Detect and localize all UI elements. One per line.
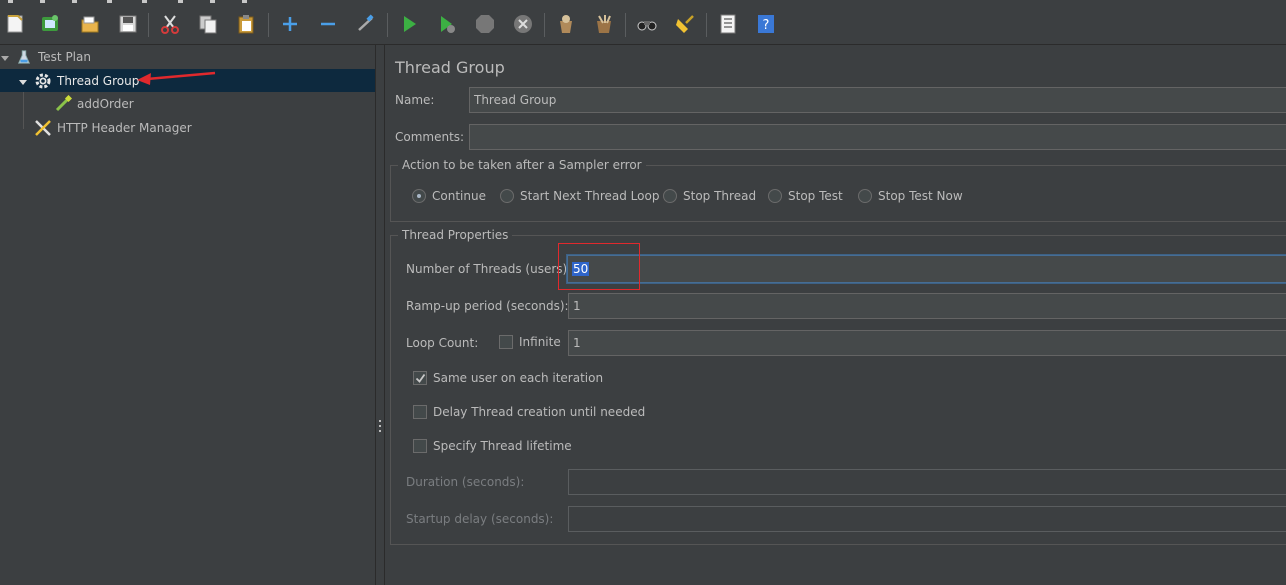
loop-count-field[interactable]: 1 <box>568 330 1286 356</box>
infinite-checkbox[interactable]: Infinite <box>499 335 561 349</box>
duration-label: Duration (seconds): <box>406 475 525 489</box>
highlight-box <box>558 243 640 290</box>
tree-item-test-plan[interactable]: Test Plan <box>0 45 375 68</box>
checkbox-box[interactable] <box>413 439 427 453</box>
same-user-checkbox[interactable]: Same user on each iteration <box>413 371 603 385</box>
svg-text:?: ? <box>763 18 770 33</box>
start-icon[interactable] <box>396 11 422 37</box>
tree-item-label: HTTP Header Manager <box>57 120 192 135</box>
name-field[interactable]: Thread Group <box>469 87 1286 113</box>
templates-icon[interactable] <box>37 11 63 37</box>
stop-icon[interactable] <box>472 11 498 37</box>
name-label: Name: <box>395 93 435 107</box>
checkbox-checked-icon[interactable] <box>413 371 427 385</box>
thread-group-panel: Thread Group Name: Thread Group Comments… <box>385 45 1286 585</box>
reset-search-icon[interactable] <box>672 11 698 37</box>
rampup-label: Ramp-up period (seconds): <box>406 299 569 313</box>
radio-label: Stop Test Now <box>878 189 963 203</box>
comments-label: Comments: <box>395 130 465 144</box>
infinite-label: Infinite <box>519 335 561 349</box>
splitter-grip-icon[interactable] <box>379 420 381 432</box>
same-user-label: Same user on each iteration <box>433 371 604 385</box>
new-icon[interactable] <box>2 11 28 37</box>
toolbar: ? <box>0 5 1286 45</box>
duration-field <box>568 469 1286 495</box>
radio-stop-test-now[interactable]: Stop Test Now <box>858 189 963 203</box>
tree-item-http-header-manager[interactable]: HTTP Header Manager <box>0 116 375 139</box>
search-icon[interactable] <box>634 11 660 37</box>
tree-item-add-order[interactable]: addOrder <box>0 92 375 115</box>
flask-icon <box>15 48 33 66</box>
checkbox-box[interactable] <box>499 335 513 349</box>
radio-label: Stop Thread <box>683 189 757 203</box>
shutdown-icon[interactable] <box>510 11 536 37</box>
tree-item-label: addOrder <box>77 96 134 111</box>
tools-icon <box>34 119 52 137</box>
expand-arrow-icon[interactable] <box>18 76 28 86</box>
startup-delay-field <box>568 506 1286 532</box>
radio-start-next-thread-loop[interactable]: Start Next Thread Loop <box>500 189 659 203</box>
gear-icon <box>34 72 52 90</box>
test-plan-tree: Test Plan Thread Group addOrder HTTP Hea… <box>0 45 375 585</box>
toolbar-separator <box>148 13 149 37</box>
delay-thread-checkbox[interactable]: Delay Thread creation until needed <box>413 405 645 419</box>
radio-label: Continue <box>432 189 486 203</box>
radio-stop-test[interactable]: Stop Test <box>768 189 843 203</box>
save-icon[interactable] <box>115 11 141 37</box>
expand-arrow-icon[interactable] <box>0 52 10 62</box>
split-pane-divider[interactable] <box>375 45 385 585</box>
tree-item-label: Thread Group <box>57 73 140 88</box>
radio-label: Start Next Thread Loop <box>520 189 660 203</box>
toolbar-separator <box>544 13 545 37</box>
open-icon[interactable] <box>77 11 103 37</box>
rampup-field[interactable]: 1 <box>568 293 1286 319</box>
checkbox-box[interactable] <box>413 405 427 419</box>
name-value: Thread Group <box>474 93 557 107</box>
thread-properties-title: Thread Properties <box>398 228 513 242</box>
comments-field[interactable] <box>469 124 1286 150</box>
num-threads-field[interactable]: 50 <box>567 255 1286 283</box>
annotation-arrow <box>137 71 216 85</box>
specify-lifetime-checkbox[interactable]: Specify Thread lifetime <box>413 439 572 453</box>
radio-button[interactable] <box>768 189 782 203</box>
toolbar-separator <box>706 13 707 37</box>
specify-lifetime-label: Specify Thread lifetime <box>433 439 572 453</box>
expand-icon[interactable] <box>277 11 303 37</box>
toolbar-separator <box>387 13 388 37</box>
radio-continue[interactable]: Continue <box>412 189 486 203</box>
function-helper-icon[interactable] <box>715 11 741 37</box>
radio-label: Stop Test <box>788 189 843 203</box>
radio-button[interactable] <box>412 189 426 203</box>
loop-count-label: Loop Count: <box>406 336 479 350</box>
paste-icon[interactable] <box>233 11 259 37</box>
copy-icon[interactable] <box>195 11 221 37</box>
help-icon[interactable]: ? <box>753 11 779 37</box>
radio-button[interactable] <box>500 189 514 203</box>
tree-item-label: Test Plan <box>38 49 91 64</box>
cut-icon[interactable] <box>157 11 183 37</box>
start-no-pauses-icon[interactable] <box>434 11 460 37</box>
num-threads-label: Number of Threads (users): <box>406 262 572 276</box>
loop-count-value: 1 <box>573 336 581 350</box>
toolbar-separator <box>268 13 269 37</box>
clear-icon[interactable] <box>553 11 579 37</box>
startup-delay-label: Startup delay (seconds): <box>406 512 554 526</box>
toggle-icon[interactable] <box>353 11 379 37</box>
sampler-error-title: Action to be taken after a Sampler error <box>398 158 646 172</box>
collapse-icon[interactable] <box>315 11 341 37</box>
radio-button[interactable] <box>663 189 677 203</box>
rampup-value: 1 <box>573 299 581 313</box>
toolbar-separator <box>625 13 626 37</box>
radio-stop-thread[interactable]: Stop Thread <box>663 189 756 203</box>
clear-all-icon[interactable] <box>591 11 617 37</box>
pipette-icon <box>54 94 72 113</box>
delay-thread-label: Delay Thread creation until needed <box>433 405 646 419</box>
panel-title: Thread Group <box>395 58 505 77</box>
radio-button[interactable] <box>858 189 872 203</box>
